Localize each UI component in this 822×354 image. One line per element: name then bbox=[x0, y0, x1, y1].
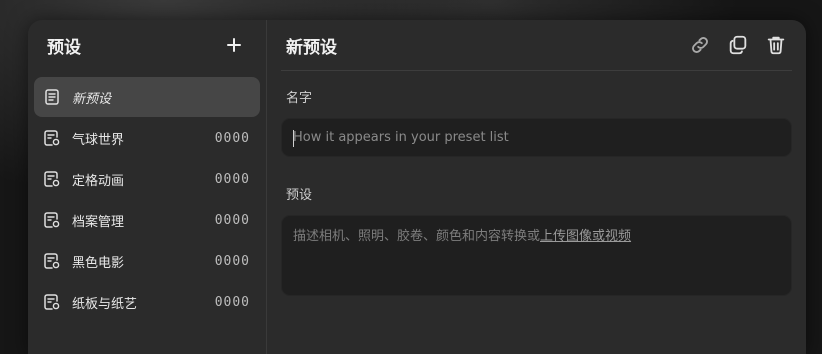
sidebar-title: 预设 bbox=[47, 37, 81, 58]
editor-header: 新预设 bbox=[281, 20, 792, 71]
preset-item-label: 气球世界 bbox=[72, 132, 125, 148]
copy-icon bbox=[729, 35, 747, 55]
preset-item-new[interactable]: 新预设 bbox=[34, 77, 260, 117]
name-label: 名字 bbox=[286, 91, 313, 106]
preset-item-label: 纸板与纸艺 bbox=[72, 296, 138, 312]
preset-document-icon bbox=[44, 294, 60, 310]
link-icon bbox=[692, 37, 708, 53]
preset-item-label: 定格动画 bbox=[72, 173, 125, 189]
name-input[interactable] bbox=[293, 130, 780, 145]
duplicate-button[interactable] bbox=[726, 33, 750, 57]
preset-item-stop-motion[interactable]: 定格动画 0000 bbox=[34, 159, 260, 199]
preset-item-count: 0000 bbox=[214, 294, 250, 310]
preset-description-textarea[interactable]: 描述相机、照明、胶卷、颜色和内容转换或上传图像或视频 bbox=[281, 215, 792, 296]
editor-title: 新预设 bbox=[286, 37, 337, 58]
preset-document-icon bbox=[44, 212, 60, 228]
preset-label: 预设 bbox=[286, 188, 313, 203]
preset-item-count: 0000 bbox=[214, 130, 250, 146]
text-caret bbox=[293, 130, 294, 147]
preset-document-icon bbox=[44, 171, 60, 187]
name-input-wrapper[interactable] bbox=[281, 118, 792, 157]
preset-item-count: 0000 bbox=[214, 253, 250, 269]
upload-media-link[interactable]: 上传图像或视频 bbox=[540, 229, 631, 244]
trash-icon bbox=[767, 36, 785, 55]
preset-item-label: 档案管理 bbox=[72, 214, 125, 230]
delete-button[interactable] bbox=[764, 33, 788, 57]
preset-document-icon bbox=[44, 130, 60, 146]
add-preset-button[interactable] bbox=[224, 35, 244, 55]
sidebar-header: 预设 bbox=[28, 20, 266, 70]
preset-dialog: 预设 新预设 气球世界 0000 定格动画 0000 档案管理 0000 黑色电… bbox=[28, 20, 806, 354]
editor-actions bbox=[688, 33, 788, 57]
plus-icon bbox=[227, 38, 241, 52]
preset-list: 新预设 气球世界 0000 定格动画 0000 档案管理 0000 黑色电影 0… bbox=[28, 70, 266, 322]
preset-item-count: 0000 bbox=[214, 212, 250, 228]
preset-item-count: 0000 bbox=[214, 171, 250, 187]
preset-item-archive[interactable]: 档案管理 0000 bbox=[34, 200, 260, 240]
preset-document-icon bbox=[44, 253, 60, 269]
preset-item-papercraft[interactable]: 纸板与纸艺 0000 bbox=[34, 282, 260, 322]
preset-item-label: 黑色电影 bbox=[72, 255, 125, 271]
preset-sidebar: 预设 新预设 气球世界 0000 定格动画 0000 档案管理 0000 黑色电… bbox=[28, 20, 267, 354]
preset-editor: 新预设 名字 How it appears in your preset lis… bbox=[267, 20, 806, 354]
copy-link-button[interactable] bbox=[688, 33, 712, 57]
document-icon bbox=[44, 89, 60, 105]
preset-item-label: 新预设 bbox=[72, 91, 112, 107]
preset-placeholder: 描述相机、照明、胶卷、颜色和内容转换或 bbox=[293, 229, 541, 244]
preset-item-film-noir[interactable]: 黑色电影 0000 bbox=[34, 241, 260, 281]
preset-item-balloon-world[interactable]: 气球世界 0000 bbox=[34, 118, 260, 158]
